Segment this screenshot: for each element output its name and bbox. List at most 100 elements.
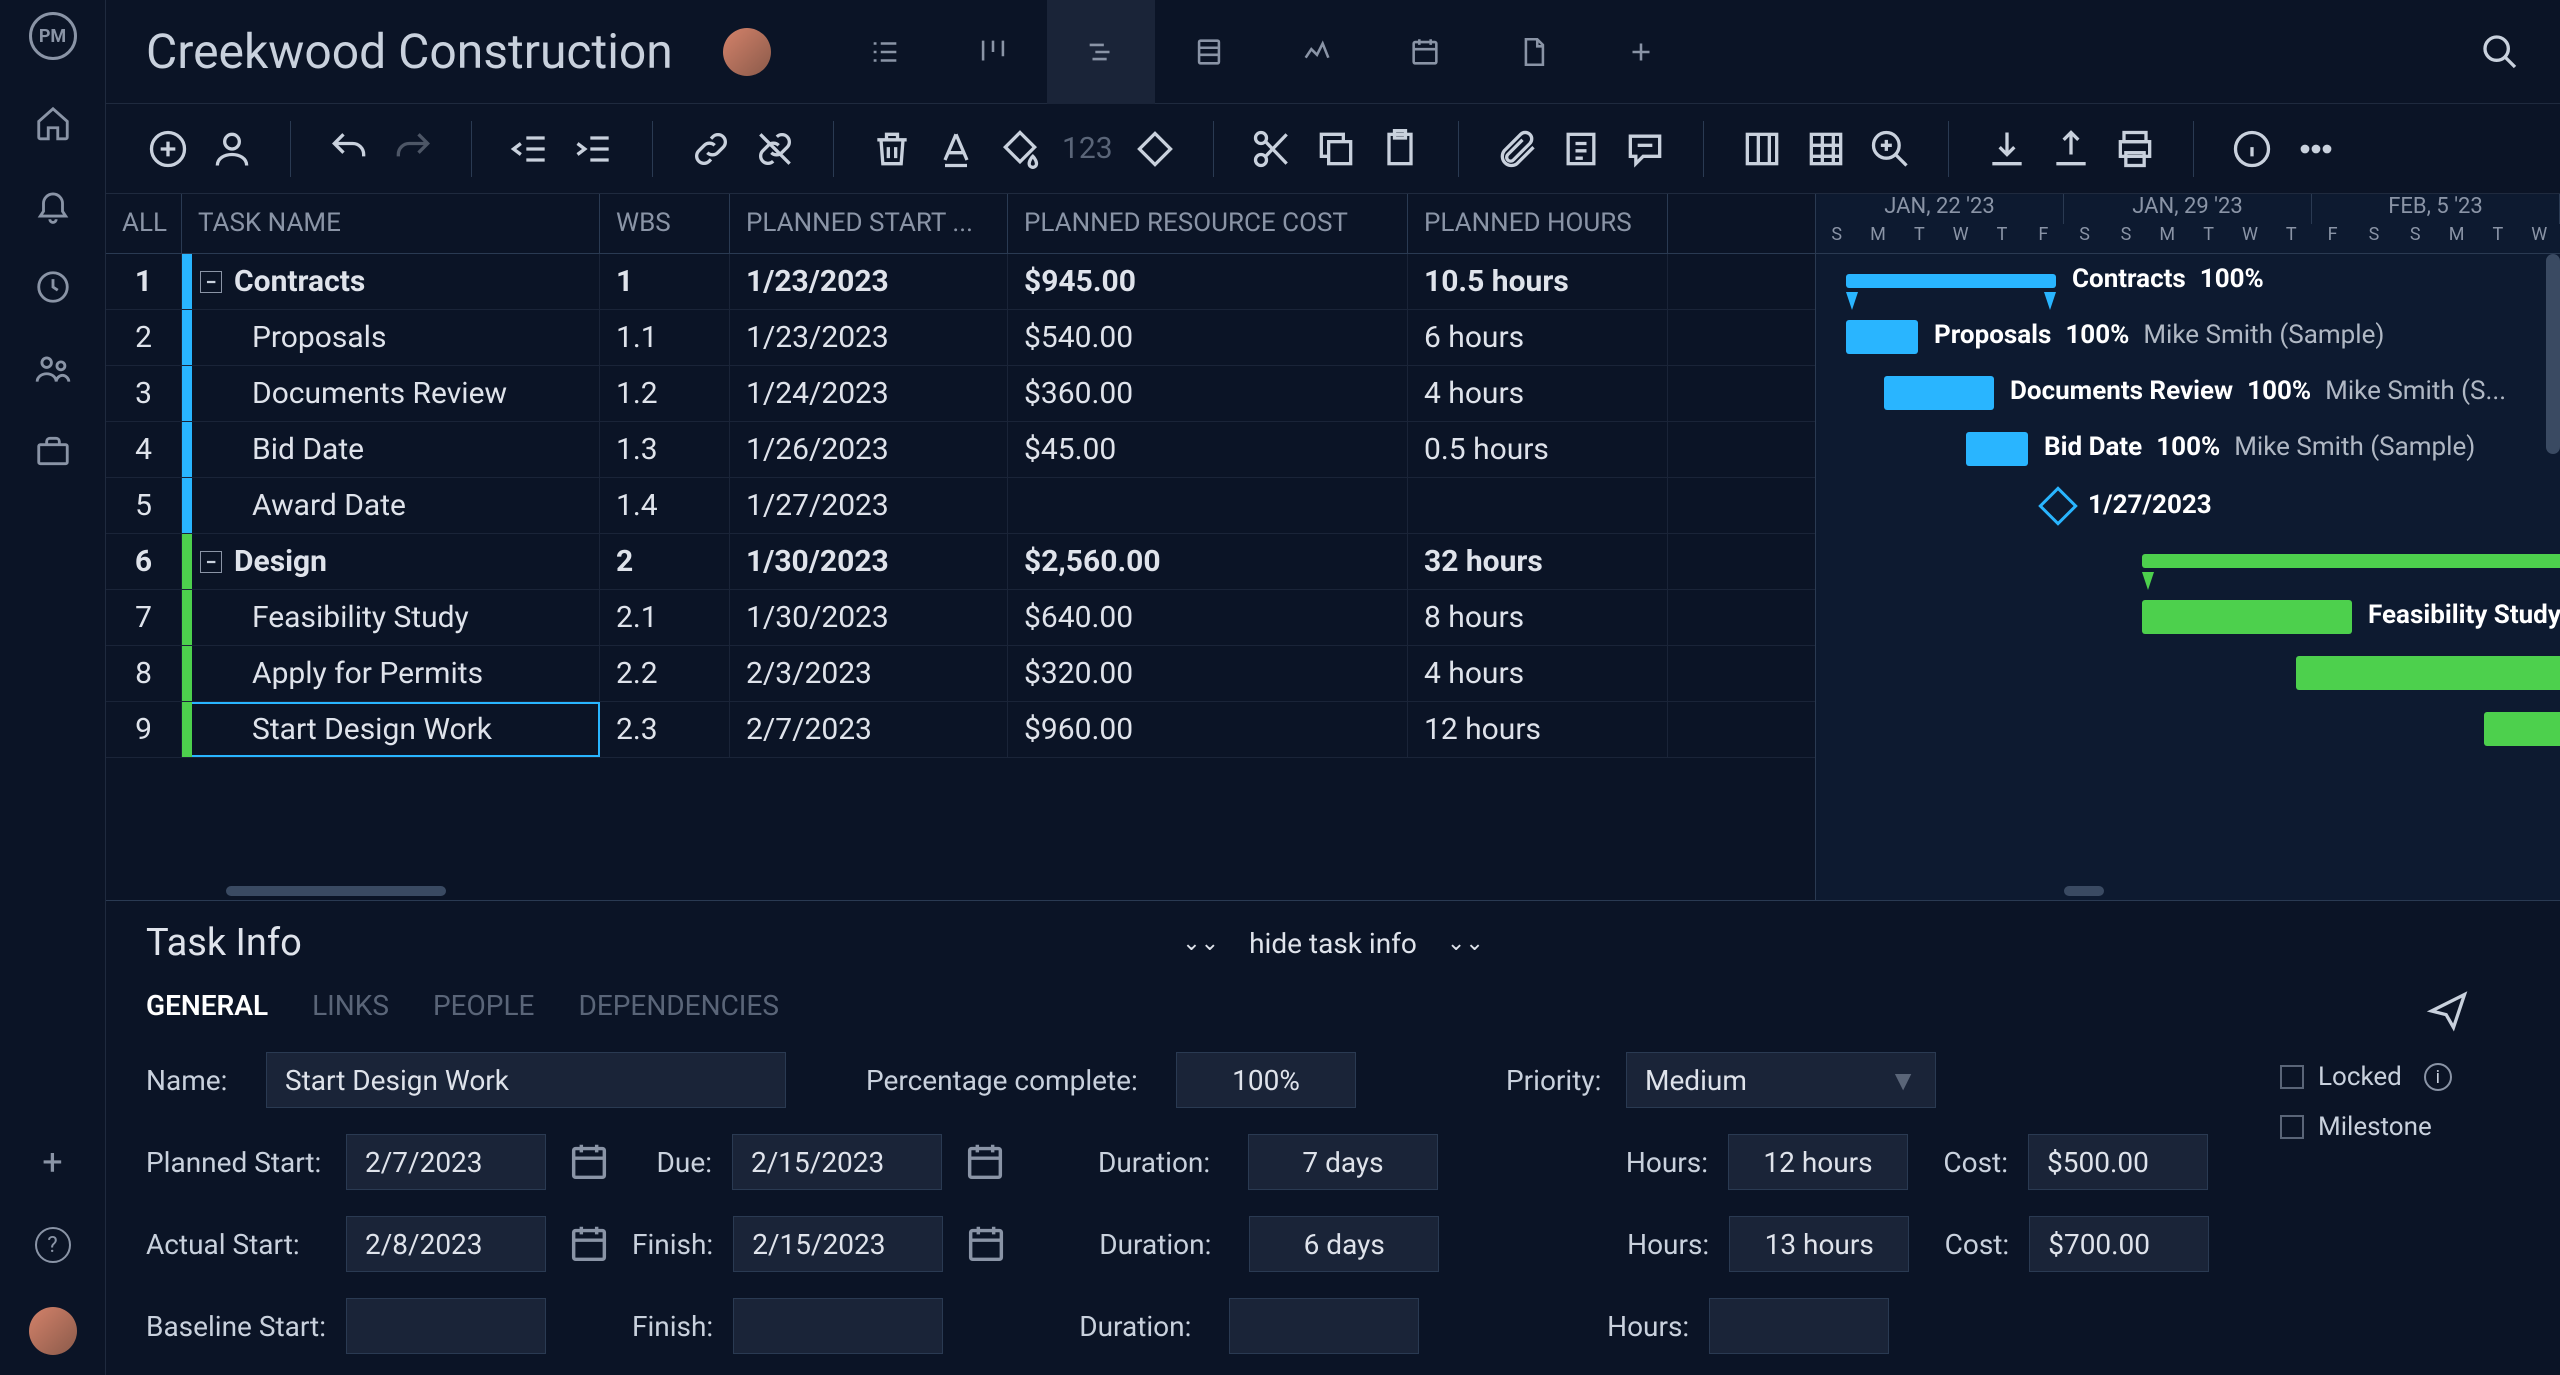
gantt-bar[interactable] [1884,376,1994,410]
delete-icon[interactable] [870,127,914,171]
grid-row[interactable]: 1−Contracts11/23/2023$945.0010.5 hours [106,254,1815,310]
comment-icon[interactable] [1623,127,1667,171]
calendar-icon[interactable] [962,1139,1008,1185]
cell-task-name[interactable]: Feasibility Study [182,590,600,645]
cell-planned-start[interactable]: 1/30/2023 [730,590,1008,645]
grid-row[interactable]: 7Feasibility Study2.11/30/2023$640.008 h… [106,590,1815,646]
calendar-icon[interactable] [566,1139,612,1185]
gantt-bar[interactable] [1846,320,1918,354]
cell-resource-cost[interactable]: $945.00 [1008,254,1408,309]
briefcase-icon[interactable] [34,432,72,470]
cell-planned-start[interactable]: 1/30/2023 [730,534,1008,589]
link-icon[interactable] [689,127,733,171]
chevron-down-icon[interactable]: ⌄⌄ [1447,931,1484,956]
grid-row[interactable]: 4Bid Date1.31/26/2023$45.000.5 hours [106,422,1815,478]
info-icon[interactable]: i [2424,1063,2452,1091]
grid-row[interactable]: 8Apply for Permits2.22/3/2023$320.004 ho… [106,646,1815,702]
cell-planned-start[interactable]: 2/7/2023 [730,702,1008,757]
planned-hours-input[interactable]: 12 hours [1728,1134,1908,1190]
cell-planned-start[interactable]: 1/23/2023 [730,254,1008,309]
home-icon[interactable] [34,104,72,142]
paste-icon[interactable] [1378,127,1422,171]
tab-general[interactable]: GENERAL [146,989,268,1022]
cell-task-name[interactable]: Documents Review [182,366,600,421]
col-header-cost[interactable]: PLANNED RESOURCE COST [1008,194,1408,253]
send-icon[interactable] [2426,989,2470,1033]
redo-icon[interactable] [391,127,435,171]
cut-icon[interactable] [1250,127,1294,171]
outdent-icon[interactable] [508,127,552,171]
col-header-name[interactable]: TASK NAME [182,194,600,253]
cell-task-name[interactable]: −Contracts [182,254,600,309]
grid-row[interactable]: 5Award Date1.41/27/2023 [106,478,1815,534]
import-icon[interactable] [1985,127,2029,171]
zoom-icon[interactable] [1868,127,1912,171]
collapse-icon[interactable]: − [200,551,222,573]
add-task-icon[interactable] [146,127,190,171]
gantt-bar[interactable] [2296,656,2560,690]
cell-wbs[interactable]: 2 [600,534,730,589]
grid-row[interactable]: 3Documents Review1.21/24/2023$360.004 ho… [106,366,1815,422]
grid-horizontal-scrollbar[interactable] [106,882,1815,900]
view-sheet[interactable] [1155,0,1263,104]
cell-wbs[interactable]: 1.1 [600,310,730,365]
cell-wbs[interactable]: 2.1 [600,590,730,645]
undo-icon[interactable] [327,127,371,171]
app-logo[interactable]: PM [29,12,77,60]
view-list[interactable] [831,0,939,104]
hide-task-info-button[interactable]: hide task info [1249,927,1417,960]
cell-resource-cost[interactable]: $320.00 [1008,646,1408,701]
calendar-icon[interactable] [566,1221,612,1267]
gantt-horizontal-scrollbar[interactable] [1816,882,2560,900]
baseline-finish-input[interactable] [733,1298,943,1354]
cell-planned-start[interactable]: 1/27/2023 [730,478,1008,533]
cell-planned-hours[interactable]: 6 hours [1408,310,1668,365]
cell-planned-start[interactable]: 1/26/2023 [730,422,1008,477]
cell-planned-hours[interactable]: 10.5 hours [1408,254,1668,309]
columns-icon[interactable] [1740,127,1784,171]
cell-wbs[interactable]: 1 [600,254,730,309]
grid-row[interactable]: 2Proposals1.11/23/2023$540.006 hours [106,310,1815,366]
chevron-down-icon[interactable]: ⌄⌄ [1182,931,1219,956]
cell-resource-cost[interactable]: $360.00 [1008,366,1408,421]
actual-duration-input[interactable]: 6 days [1249,1216,1439,1272]
due-input[interactable]: 2/15/2023 [732,1134,942,1190]
cell-planned-start[interactable]: 1/24/2023 [730,366,1008,421]
cell-planned-start[interactable]: 2/3/2023 [730,646,1008,701]
gantt-milestone[interactable] [2038,486,2078,526]
unlink-icon[interactable] [753,127,797,171]
milestone-checkbox[interactable]: Milestone [2280,1112,2520,1142]
fill-icon[interactable] [998,127,1042,171]
planned-start-input[interactable]: 2/7/2023 [346,1134,546,1190]
gantt-bar[interactable] [1966,432,2028,466]
cell-task-name[interactable]: Apply for Permits [182,646,600,701]
search-icon[interactable] [2480,32,2520,72]
people-icon[interactable] [34,350,72,388]
cell-planned-hours[interactable]: 32 hours [1408,534,1668,589]
text-icon[interactable] [934,127,978,171]
help-icon[interactable]: ? [35,1227,71,1263]
tab-dependencies[interactable]: DEPENDENCIES [578,989,778,1022]
cell-resource-cost[interactable]: $45.00 [1008,422,1408,477]
cell-planned-hours[interactable]: 0.5 hours [1408,422,1668,477]
gantt-bar[interactable] [2484,712,2560,746]
assign-icon[interactable] [210,127,254,171]
project-avatar[interactable] [723,28,771,76]
cell-wbs[interactable]: 2.2 [600,646,730,701]
grid-row[interactable]: 9Start Design Work2.32/7/2023$960.0012 h… [106,702,1815,758]
more-icon[interactable] [2294,127,2338,171]
cell-planned-hours[interactable] [1408,478,1668,533]
grid-row[interactable]: 6−Design21/30/2023$2,560.0032 hours [106,534,1815,590]
gantt-bar[interactable] [1846,274,2056,288]
gantt-bar[interactable] [2142,600,2352,634]
note-icon[interactable] [1559,127,1603,171]
baseline-start-input[interactable] [346,1298,546,1354]
baseline-duration-input[interactable] [1229,1298,1419,1354]
cell-resource-cost[interactable]: $540.00 [1008,310,1408,365]
gantt-vertical-scrollbar[interactable] [2546,254,2560,454]
calendar-icon[interactable] [963,1221,1009,1267]
cell-task-name[interactable]: Award Date [182,478,600,533]
milestone-icon[interactable] [1133,127,1177,171]
cell-wbs[interactable]: 1.2 [600,366,730,421]
print-icon[interactable] [2113,127,2157,171]
